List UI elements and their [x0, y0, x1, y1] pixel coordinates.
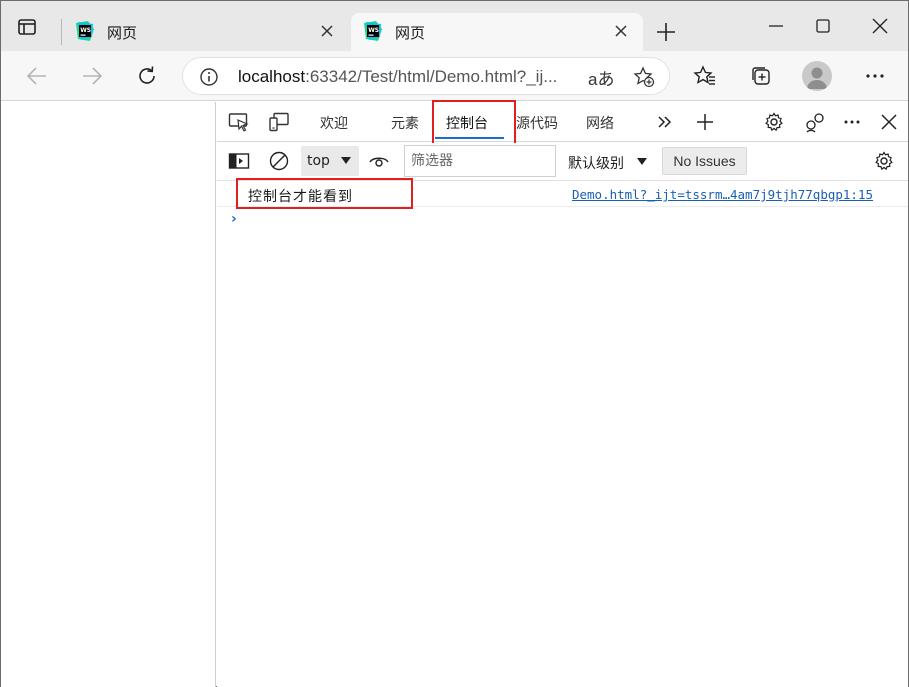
browser-window: WS 网页 WS 网页 localhost:63342/Test/html/De…: [0, 0, 909, 687]
address-bar[interactable]: localhost:63342/Test/html/Demo.html?_ij.…: [182, 57, 670, 95]
tab-1[interactable]: WS 网页: [63, 13, 349, 51]
tab-elements[interactable]: 元素: [391, 113, 419, 133]
console-settings-gear-icon[interactable]: [872, 150, 896, 172]
context-label: top: [307, 153, 330, 169]
tab-actions-icon[interactable]: [15, 15, 39, 39]
url-host: localhost: [238, 67, 306, 86]
filter-box[interactable]: [404, 145, 556, 177]
page-viewport: [1, 102, 216, 687]
webstorm-favicon-icon: WS: [363, 21, 383, 41]
minimize-icon[interactable]: [765, 15, 787, 37]
inspect-element-icon[interactable]: [227, 111, 251, 133]
devtools-panel: 欢迎 元素 控制台 源代码 网络 top 筛选器 默认级别 No Issues …: [217, 100, 908, 687]
highlight-box-console-tab: [432, 100, 516, 148]
devtools-close-icon[interactable]: [877, 111, 901, 133]
console-prompt-chevron-icon[interactable]: ›: [231, 211, 237, 227]
log-levels-dropdown[interactable]: 默认级别: [568, 153, 624, 173]
browser-toolbar: localhost:63342/Test/html/Demo.html?_ij.…: [1, 51, 908, 101]
window-close-icon[interactable]: [869, 15, 891, 37]
more-options-icon[interactable]: [862, 63, 888, 89]
more-tabs-chevron-icon[interactable]: [653, 111, 677, 133]
svg-text:WS: WS: [80, 27, 91, 34]
tab-close-icon[interactable]: [613, 23, 629, 39]
tab-title: 网页: [107, 24, 138, 42]
new-tab-icon[interactable]: [655, 21, 677, 43]
read-aloud-button[interactable]: aあ: [588, 65, 614, 90]
console-log-row: 控制台才能看到 Demo.html?_ijt=tssrm…4am7j9tjh77…: [217, 178, 908, 209]
log-source-link[interactable]: Demo.html?_ijt=tssrm…4am7j9tjh77qbgp1:15: [572, 187, 873, 202]
refresh-icon[interactable]: [134, 63, 160, 89]
devtools-more-icon[interactable]: [840, 111, 864, 133]
url-path: :63342/Test/html/Demo.html?_ij...: [305, 67, 558, 86]
caret-down-icon: [341, 157, 351, 164]
filter-input[interactable]: [405, 146, 555, 176]
webstorm-favicon-icon: WS: [75, 21, 95, 41]
svg-text:WS: WS: [368, 27, 379, 34]
devtools-tab-bar: 欢迎 元素 控制台 源代码 网络: [217, 100, 908, 148]
tab-separator: [61, 19, 62, 45]
context-selector[interactable]: top: [301, 146, 359, 176]
device-emulation-icon[interactable]: [267, 111, 291, 133]
add-tool-icon[interactable]: [693, 111, 717, 133]
tab-2-active[interactable]: WS 网页: [351, 13, 643, 51]
tab-title: 网页: [395, 24, 426, 42]
add-favorite-icon[interactable]: [633, 66, 655, 88]
profile-avatar[interactable]: [802, 61, 832, 91]
console-toolbar: top 默认级别 No Issues: [217, 143, 908, 181]
favorites-icon[interactable]: [692, 63, 718, 89]
tab-welcome[interactable]: 欢迎: [320, 113, 348, 133]
tab-sources[interactable]: 源代码: [516, 113, 558, 133]
maximize-icon[interactable]: [812, 15, 834, 37]
caret-down-icon[interactable]: [637, 158, 647, 165]
forward-arrow-icon[interactable]: [79, 63, 105, 89]
devtools-settings-gear-icon[interactable]: [762, 111, 786, 133]
feedback-icon[interactable]: [803, 111, 827, 133]
url-text[interactable]: localhost:63342/Test/html/Demo.html?_ij.…: [238, 67, 557, 87]
tab-strip: WS 网页 WS 网页: [1, 1, 908, 51]
collections-icon[interactable]: [748, 63, 774, 89]
highlight-box-log-message: [236, 178, 413, 209]
site-info-icon[interactable]: [199, 67, 219, 87]
console-output: 控制台才能看到 Demo.html?_ijt=tssrm…4am7j9tjh77…: [217, 178, 908, 687]
clear-console-icon[interactable]: [267, 150, 291, 172]
tab-close-icon[interactable]: [319, 23, 335, 39]
tab-network[interactable]: 网络: [586, 113, 614, 133]
issues-button[interactable]: No Issues: [662, 147, 747, 175]
console-sidebar-icon[interactable]: [227, 150, 251, 172]
back-arrow-icon[interactable]: [24, 63, 50, 89]
live-expression-eye-icon[interactable]: [367, 150, 391, 172]
